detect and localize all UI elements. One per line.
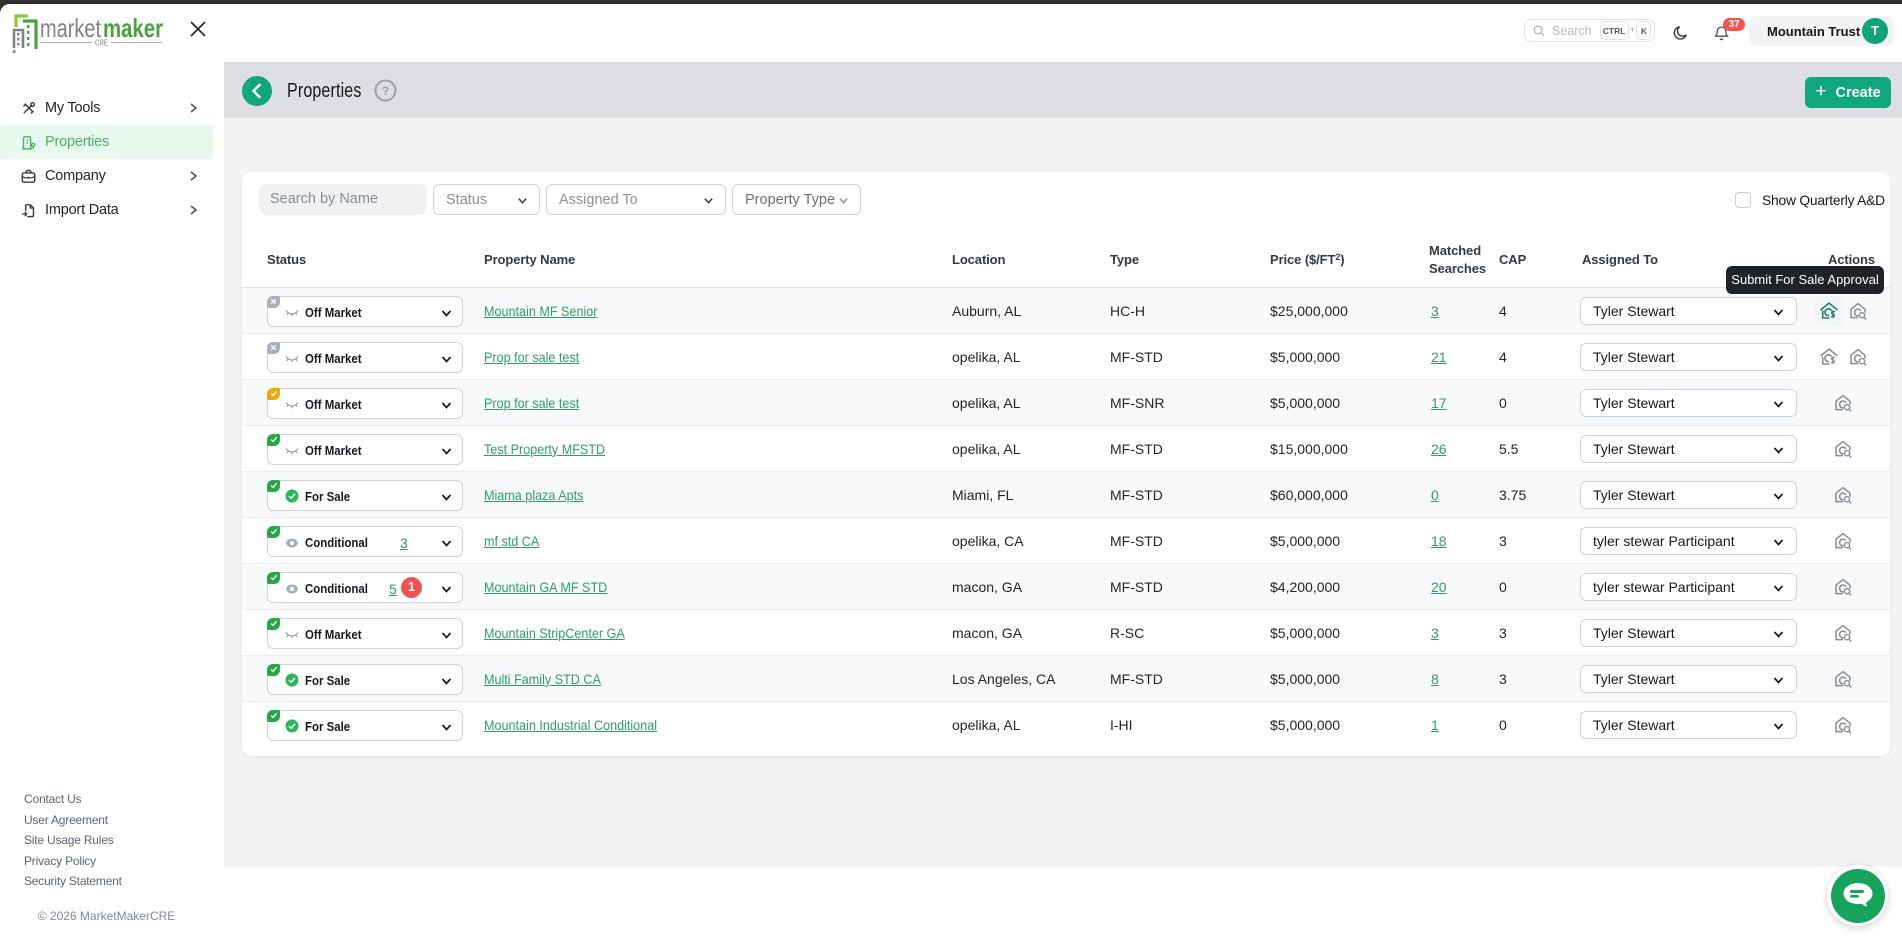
svg-text:market: market (40, 13, 102, 43)
svg-text:maker: maker (103, 13, 163, 43)
svg-text:CRE: CRE (95, 38, 108, 48)
svg-text:?: ? (382, 84, 389, 98)
